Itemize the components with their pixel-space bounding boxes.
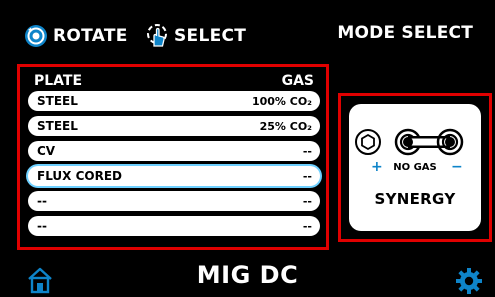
column-header-gas: GAS <box>281 73 314 89</box>
column-header-plate: PLATE <box>34 73 83 89</box>
select-label: SELECT <box>174 26 247 46</box>
polarity-connectors-icon <box>355 128 464 156</box>
rotate-hint: ROTATE <box>24 22 128 50</box>
row-gas: 100% CO₂ <box>251 94 312 108</box>
rotate-label: ROTATE <box>53 26 128 46</box>
row-plate: -- <box>37 219 47 233</box>
table-header: PLATE GAS <box>34 72 314 90</box>
table-rows: STEEL 100% CO₂ STEEL 25% CO₂ CV -- FLUX … <box>28 91 320 241</box>
polarity-minus: − <box>451 159 463 175</box>
rotate-knob-icon <box>25 25 47 47</box>
mode-select-title: MODE SELECT <box>337 23 473 43</box>
table-row-selected[interactable]: FLUX CORED -- <box>28 166 320 186</box>
table-row[interactable]: CV -- <box>28 141 320 161</box>
row-plate: STEEL <box>37 94 78 108</box>
table-row[interactable]: -- -- <box>28 191 320 211</box>
top-bar: ROTATE SELECT MODE SELECT <box>0 0 495 66</box>
table-row[interactable]: -- -- <box>28 216 320 236</box>
press-hand-icon <box>147 24 167 47</box>
row-gas: -- <box>302 219 312 233</box>
row-plate: -- <box>37 194 47 208</box>
row-plate: FLUX CORED <box>37 169 122 183</box>
row-gas: 25% CO₂ <box>259 119 312 133</box>
plate-gas-table: PLATE GAS STEEL 100% CO₂ STEEL 25% CO₂ C… <box>17 64 329 250</box>
mode-panel: + NO GAS − SYNERGY <box>338 93 492 242</box>
select-hint: SELECT <box>145 22 246 50</box>
row-gas: -- <box>302 194 312 208</box>
gear-icon[interactable] <box>455 267 483 295</box>
table-row[interactable]: STEEL 100% CO₂ <box>28 91 320 111</box>
mode-label: SYNERGY <box>374 190 456 208</box>
row-gas: -- <box>302 169 312 183</box>
row-plate: STEEL <box>37 119 78 133</box>
row-plate: CV <box>37 144 56 158</box>
row-gas: -- <box>302 144 312 158</box>
process-title: MIG DC <box>196 261 299 289</box>
synergy-mode-card[interactable]: + NO GAS − SYNERGY <box>349 104 481 231</box>
table-row[interactable]: STEEL 25% CO₂ <box>28 116 320 136</box>
